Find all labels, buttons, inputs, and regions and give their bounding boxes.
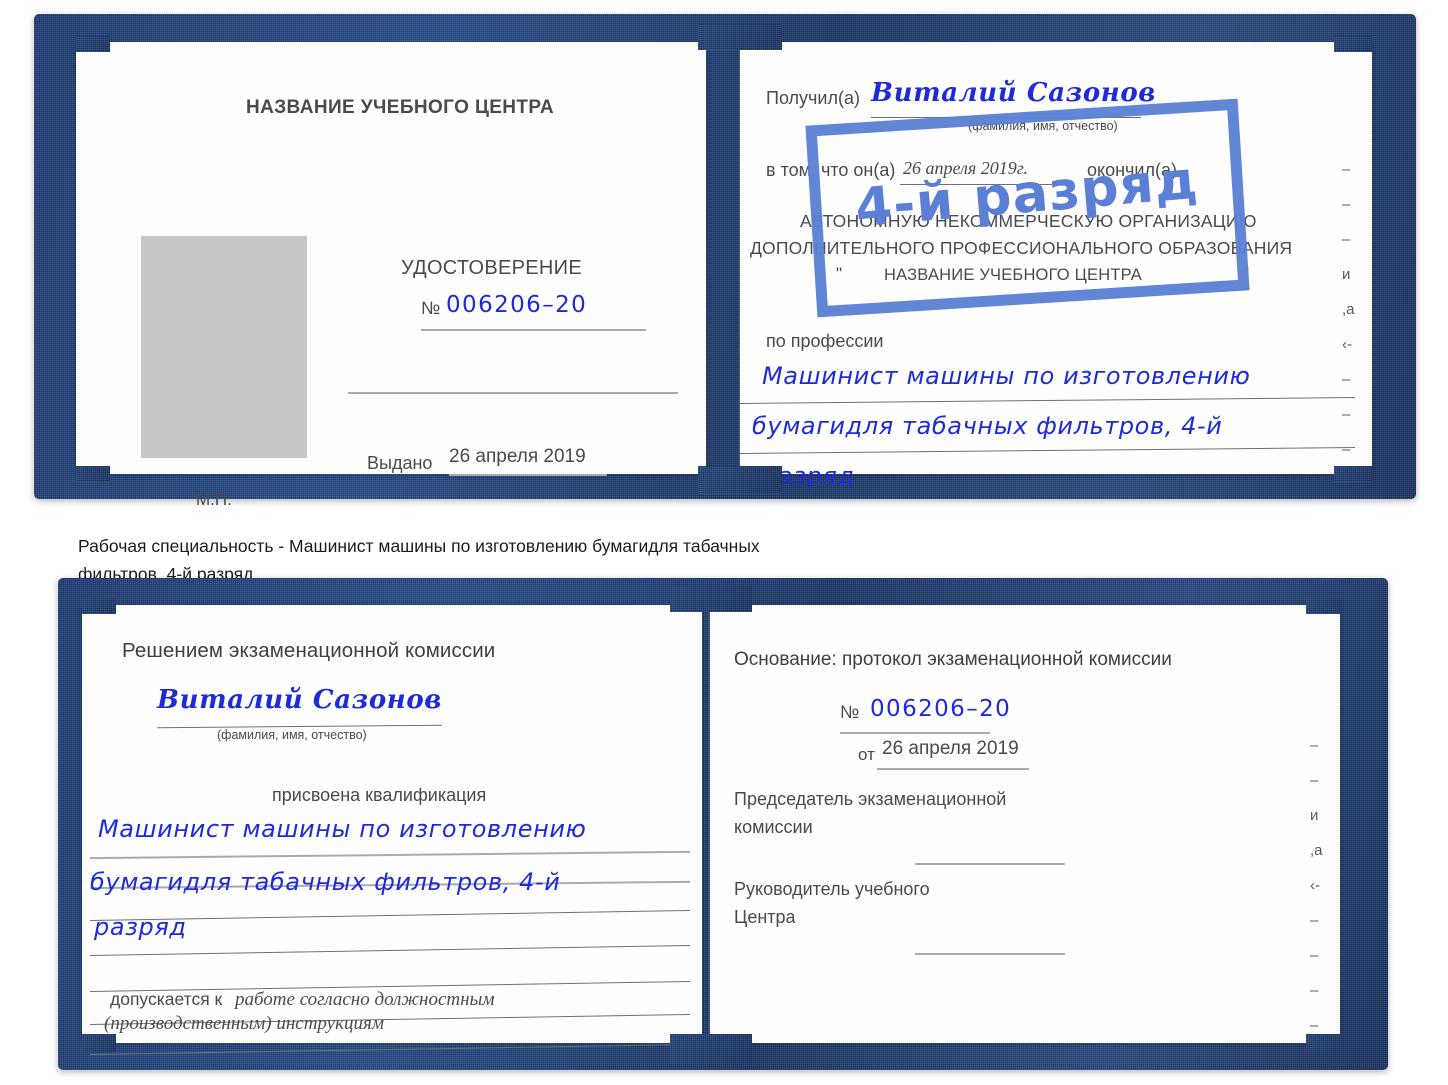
certificate-bottom-left-page: Решением экзаменационной комиссии Витали… bbox=[82, 605, 702, 1055]
profession-line-2: бумагидля табачных фильтров, 4-й bbox=[752, 412, 1223, 440]
qualification-line-1: Машинист машины по изготовлению bbox=[98, 815, 587, 843]
bottom-number-symbol: № bbox=[840, 702, 860, 722]
issued-date: 26 апреля 2019 bbox=[449, 446, 586, 467]
chairman-line-2: комиссии bbox=[734, 817, 813, 837]
chairman-signature-rule bbox=[915, 863, 1065, 865]
head-line-2: Центра bbox=[734, 907, 796, 927]
certificate-bottom-right-page: Основание: протокол экзаменационной коми… bbox=[710, 605, 1340, 1043]
received-label: Получил(а) bbox=[766, 88, 860, 108]
qualification-rule-1 bbox=[90, 850, 690, 860]
bottom-right-margin-cut-column: – – и ,а ‹- – – – – bbox=[1310, 737, 1323, 1034]
admitted-value-line-1: работе согласно должностным bbox=[235, 989, 495, 1010]
cover-tab-spine-bottom bbox=[698, 466, 782, 494]
number-rule bbox=[421, 329, 646, 331]
qualification-rule-4 bbox=[90, 945, 690, 956]
bottom-date-rule bbox=[877, 768, 1029, 770]
bottom-fio-hint: (фамилия, имя, отчество) bbox=[217, 728, 367, 742]
bottom-cover-tab-bottom-left bbox=[82, 1034, 116, 1052]
cover-tab-top-left bbox=[76, 36, 110, 52]
right-margin-cut-column: – – – и ,а ‹- – – – bbox=[1342, 161, 1355, 458]
recipient-name: Виталий Сазонов bbox=[871, 78, 1156, 108]
basis-label: Основание: протокол экзаменационной коми… bbox=[734, 649, 1172, 670]
chairman-line-1: Председатель экзаменационной bbox=[734, 789, 1007, 809]
cover-tab-bottom-right bbox=[1334, 466, 1372, 482]
certificate-title: УДОСТОВЕРЕНИЕ bbox=[401, 257, 582, 279]
qualification-line-3: разряд bbox=[94, 913, 187, 941]
profession-rule-2 bbox=[740, 447, 1355, 454]
admitted-label: допускается к bbox=[110, 989, 223, 1009]
issued-rule bbox=[449, 474, 607, 476]
head-signature-rule bbox=[915, 953, 1065, 955]
cover-tab-spine-top bbox=[698, 24, 782, 50]
certificate-bottom: Решением экзаменационной комиссии Витали… bbox=[58, 578, 1388, 1070]
bottom-cover-tab-top-left bbox=[82, 598, 116, 614]
bottom-cover-tab-spine-top bbox=[670, 586, 752, 612]
qualification-line-2: бумагидля табачных фильтров, 4-й bbox=[90, 868, 561, 896]
profession-label: по профессии bbox=[766, 331, 884, 351]
certificate-number: 006206–20 bbox=[446, 292, 588, 318]
admitted-value-line-2: (производственным) инструкциям bbox=[104, 1013, 384, 1034]
bottom-protocol-number: 006206–20 bbox=[870, 696, 1012, 722]
bottom-cover-tab-top-right bbox=[1306, 598, 1342, 614]
bottom-date-value: 26 апреля 2019 bbox=[882, 738, 1019, 759]
cover-tab-top-right bbox=[1334, 36, 1372, 52]
bottom-number-rule bbox=[840, 732, 990, 734]
profession-line-1: Машинист машины по изготовлению bbox=[762, 362, 1251, 390]
head-line-1: Руководитель учебного bbox=[734, 879, 930, 899]
cover-tab-bottom-left bbox=[76, 466, 110, 482]
qualification-label: присвоена квалификация bbox=[272, 785, 487, 805]
bottom-cover-tab-spine-bottom bbox=[670, 1034, 752, 1064]
training-center-header: НАЗВАНИЕ УЧЕБНОГО ЦЕНТРА bbox=[246, 97, 554, 118]
blank-rule-1 bbox=[348, 392, 678, 394]
profession-rule-1 bbox=[740, 397, 1355, 404]
issued-label: Выдано bbox=[367, 453, 433, 473]
number-symbol: № bbox=[421, 298, 441, 318]
photo-placeholder bbox=[141, 236, 307, 458]
bottom-cover-tab-bottom-right bbox=[1306, 1034, 1342, 1052]
certificate-top-left-page: НАЗВАНИЕ УЧЕБНОГО ЦЕНТРА УДОСТОВЕРЕНИЕ №… bbox=[76, 42, 706, 509]
seal-label: М.П. bbox=[196, 490, 232, 509]
bottom-date-label: от bbox=[858, 745, 875, 764]
bottom-recipient-name: Виталий Сазонов bbox=[157, 685, 442, 715]
grade-stamp: 4-й разряд bbox=[805, 98, 1250, 318]
decision-header: Решением экзаменационной комиссии bbox=[122, 639, 496, 662]
